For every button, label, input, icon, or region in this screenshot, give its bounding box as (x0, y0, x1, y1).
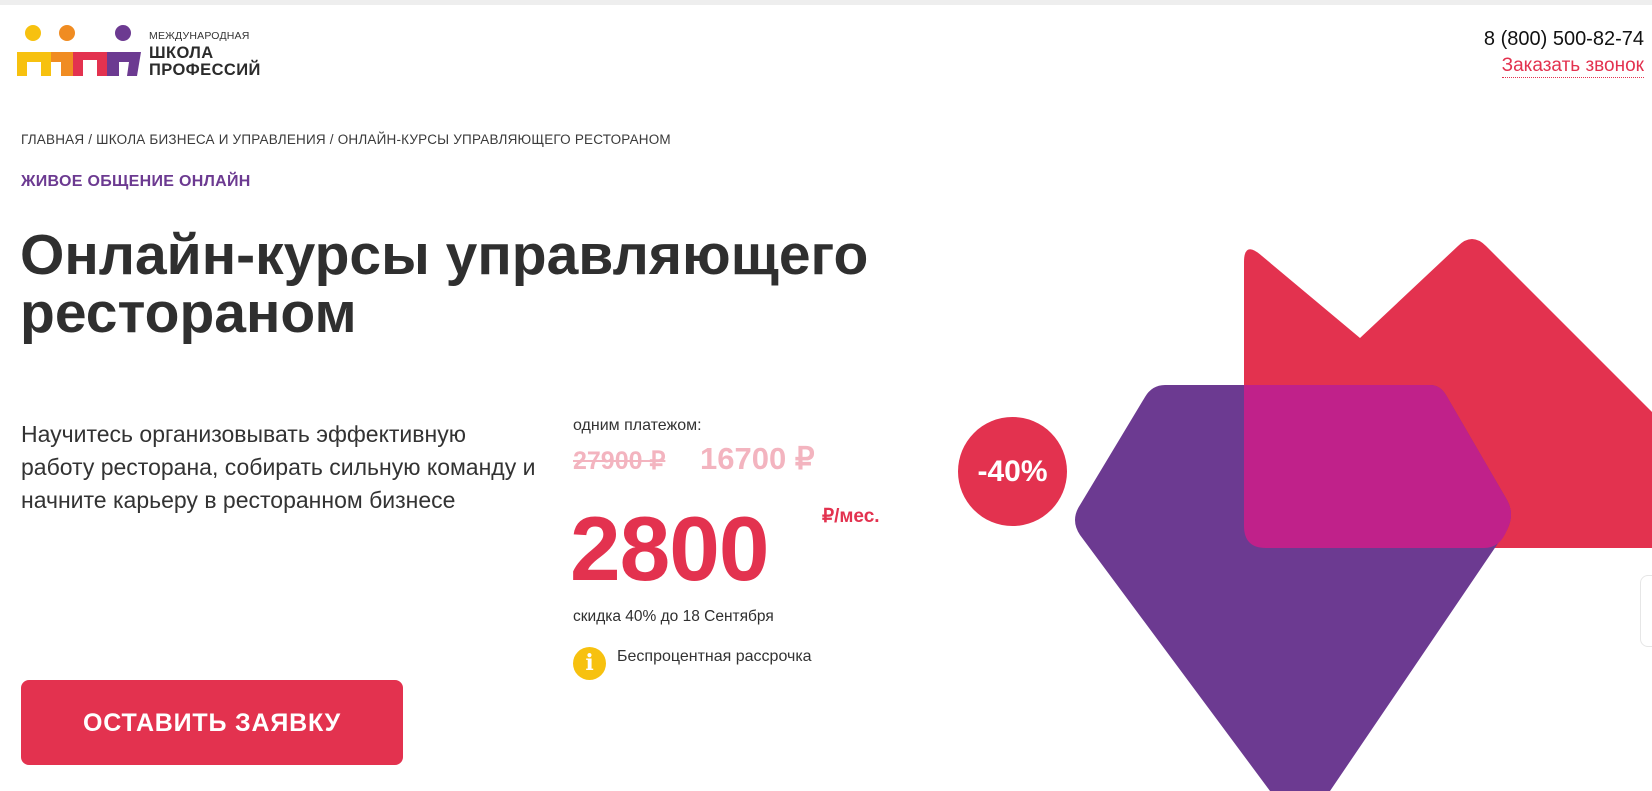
old-price: 27900 ₽ (573, 447, 666, 475)
logo[interactable]: МЕЖДУНАРОДНАЯ ШКОЛА ПРОФЕССИЙ (17, 24, 287, 80)
side-panel-tab[interactable] (1640, 575, 1652, 647)
info-icon[interactable]: i (573, 647, 606, 680)
discounted-price: 16700 ₽ (700, 441, 815, 476)
discount-deadline: скидка 40% до 18 Сентября (573, 608, 774, 625)
monthly-price: 2800 (570, 499, 769, 600)
installment-label: Беспроцентная рассрочка (617, 648, 812, 665)
logo-title-line1: ШКОЛА (149, 43, 214, 62)
callback-link[interactable]: Заказать звонок (1501, 55, 1644, 78)
page-title: Онлайн-курсы управляющего рестораном (20, 223, 869, 345)
logo-figures-icon (17, 25, 141, 76)
phone-link[interactable]: 8 (800) 500-82-74 (1484, 28, 1644, 51)
logo-title-line2: ПРОФЕССИЙ (149, 60, 261, 79)
top-border (0, 0, 1652, 5)
course-format-label: ЖИВОЕ ОБЩЕНИЕ ОНЛАЙН (21, 173, 251, 190)
discount-badge: -40% (958, 417, 1067, 526)
decorative-shapes (1075, 239, 1652, 791)
breadcrumb[interactable]: ГЛАВНАЯ / ШКОЛА БИЗНЕСА И УПРАВЛЕНИЯ / О… (21, 132, 671, 147)
logo-subtitle: МЕЖДУНАРОДНАЯ (149, 30, 250, 42)
monthly-price-unit: ₽/мес. (822, 506, 880, 527)
course-description: Научитесь организовывать эффективную раб… (21, 421, 536, 513)
one-payment-label: одним платежом: (573, 417, 702, 434)
submit-application-button[interactable]: ОСТАВИТЬ ЗАЯВКУ (21, 680, 403, 765)
